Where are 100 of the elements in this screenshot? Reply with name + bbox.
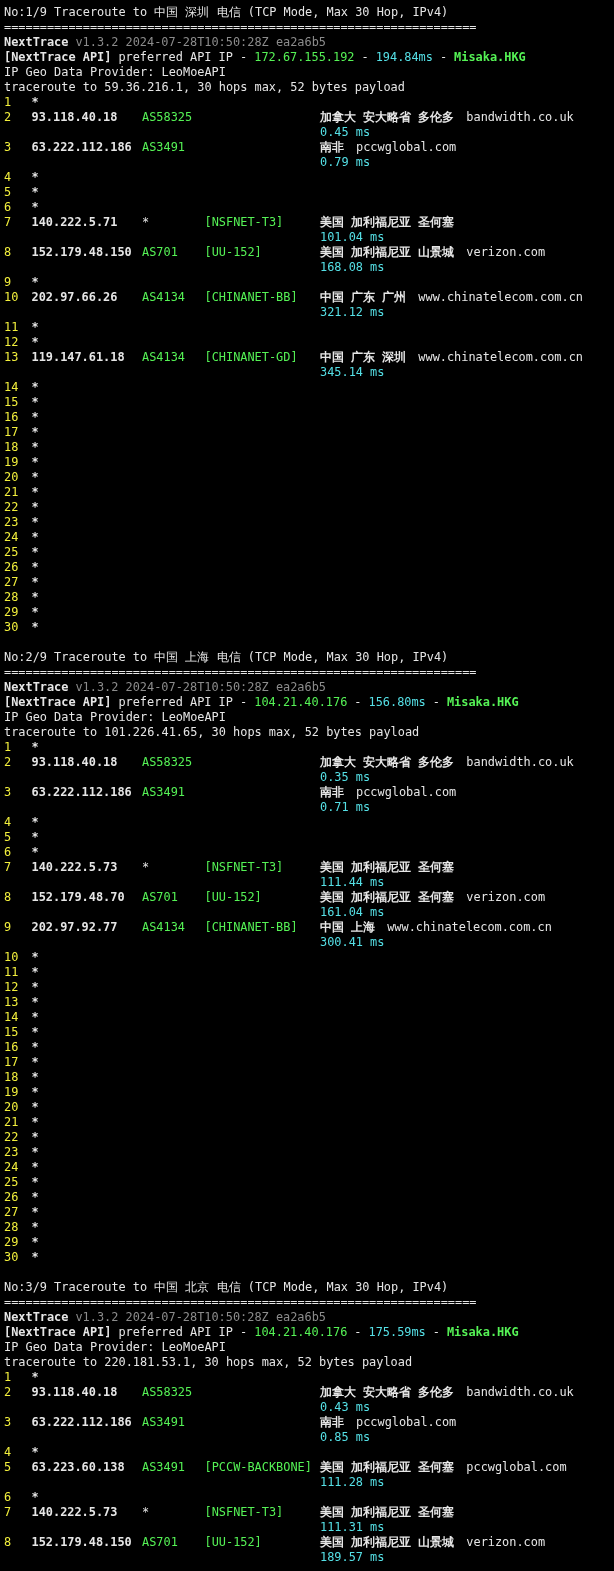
hop-asn: AS3491 (142, 1415, 186, 1430)
timeout-mark: * (31, 440, 39, 455)
hop-number: 18 (4, 1070, 20, 1085)
hop-number: 15 (4, 1025, 20, 1040)
geo-location: 美国 加利福尼亚 山景城 (320, 245, 455, 260)
hop-number: 1 (4, 95, 13, 110)
hop-number: 12 (4, 980, 20, 995)
api-text: preferred API IP - (118, 50, 248, 65)
timeout-mark: * (31, 1160, 39, 1175)
traceroute-title: No:3/9 Traceroute to 中国 北京 电信 (TCP Mode, Max 30 Hop, IPv4) (4, 1280, 449, 1295)
hop-number: 19 (4, 1085, 20, 1100)
latency: 111.31 ms (320, 1520, 385, 1535)
timeout-mark: * (31, 410, 39, 425)
version-info: v1.3.2 2024-07-28T10:50:28Z ea2a6b5 (75, 680, 326, 695)
hop-domain: verizon.com (466, 890, 546, 905)
hop-number: 28 (4, 590, 20, 605)
dash: - (432, 1325, 440, 1340)
geo-location: 加拿大 安大略省 多伦多 (320, 1385, 455, 1400)
hop-asn: AS701 (142, 890, 179, 905)
server-label: Misaka.HKG (446, 1325, 519, 1340)
api-text: preferred API IP - (118, 695, 248, 710)
hop-number: 18 (4, 440, 20, 455)
geo-provider: IP Geo Data Provider: LeoMoeAPI (4, 1340, 226, 1355)
network-tag: [NSFNET-T3] (204, 860, 320, 875)
timeout-mark: * (31, 1070, 39, 1085)
timeout-mark: * (31, 1490, 39, 1505)
timeout-mark: * (31, 185, 39, 200)
hop-ip: 140.222.5.71 (31, 215, 119, 230)
hop-domain: pccwglobal.com (466, 1460, 567, 1475)
geo-location: 中国 广东 深圳 (320, 350, 407, 365)
hop-number: 14 (4, 1010, 20, 1025)
network-tag: [NSFNET-T3] (204, 1505, 320, 1520)
timeout-mark: * (31, 1190, 39, 1205)
hop-number: 21 (4, 485, 20, 500)
timeout-mark: * (31, 170, 39, 185)
timeout-mark: * (31, 380, 39, 395)
api-ip: 172.67.155.192 (254, 50, 355, 65)
hop-number: 19 (4, 455, 20, 470)
hop-number: 7 (4, 860, 13, 875)
traceroute-info: traceroute to 101.226.41.65, 30 hops max, 52 bytes payload (4, 725, 420, 740)
latency: 101.04 ms (320, 230, 385, 245)
timeout-mark: * (31, 500, 39, 515)
geo-location: 南非 (320, 140, 344, 155)
hop-ip: 202.97.92.77 (31, 920, 119, 935)
hop-domain: bandwidth.co.uk (466, 1385, 574, 1400)
hop-domain: pccwglobal.com (356, 785, 457, 800)
hop-domain: www.chinatelecom.com.cn (387, 920, 552, 935)
hop-number: 5 (4, 185, 13, 200)
hop-number: 27 (4, 575, 20, 590)
hop-ip: 152.179.48.70 (31, 890, 126, 905)
latency: 0.85 ms (320, 1430, 371, 1445)
version-info: v1.3.2 2024-07-28T10:50:28Z ea2a6b5 (75, 1310, 326, 1325)
network-tag: [UU-152] (204, 245, 320, 260)
hop-number: 30 (4, 1250, 20, 1265)
network-tag: [CHINANET-BB] (204, 290, 320, 305)
hop-number: 10 (4, 290, 20, 305)
separator-line: ================================================================== (4, 1295, 477, 1310)
hop-ip: 63.222.112.186 (31, 1415, 133, 1430)
hop-asn: AS3491 (142, 1460, 186, 1475)
network-tag: [CHINANET-BB] (204, 920, 320, 935)
traceroute-info: traceroute to 59.36.216.1, 30 hops max, 52 bytes payload (4, 80, 405, 95)
geo-provider: IP Geo Data Provider: LeoMoeAPI (4, 65, 226, 80)
hop-number: 4 (4, 815, 13, 830)
geo-location: 美国 加利福尼亚 山景城 (320, 1535, 455, 1550)
hop-domain: pccwglobal.com (356, 1415, 457, 1430)
timeout-mark: * (31, 1025, 39, 1040)
hop-number: 25 (4, 1175, 20, 1190)
hop-number: 17 (4, 1055, 20, 1070)
hop-number: 13 (4, 350, 20, 365)
hop-ip: 93.118.40.18 (31, 755, 119, 770)
hop-asn: * (142, 215, 151, 230)
geo-provider: IP Geo Data Provider: LeoMoeAPI (4, 710, 226, 725)
hop-asn: AS3491 (142, 785, 186, 800)
dash: - (432, 695, 440, 710)
timeout-mark: * (31, 590, 39, 605)
latency: 0.35 ms (320, 770, 371, 785)
hop-number: 22 (4, 500, 20, 515)
timeout-mark: * (31, 1205, 39, 1220)
separator-line: ================================================================== (4, 20, 477, 35)
timeout-mark: * (31, 1175, 39, 1190)
timeout-mark: * (31, 845, 39, 860)
hop-number: 4 (4, 170, 13, 185)
version-info: v1.3.2 2024-07-28T10:50:28Z ea2a6b5 (75, 35, 326, 50)
hop-number: 13 (4, 995, 20, 1010)
timeout-mark: * (31, 335, 39, 350)
geo-location: 美国 加利福尼亚 圣何塞 (320, 215, 455, 230)
hop-domain: www.chinatelecom.com.cn (418, 350, 583, 365)
dash: - (354, 695, 362, 710)
hop-number: 6 (4, 1490, 13, 1505)
timeout-mark: * (31, 515, 39, 530)
timeout-mark: * (31, 1370, 39, 1385)
timeout-mark: * (31, 275, 39, 290)
timeout-mark: * (31, 575, 39, 590)
hop-number: 16 (4, 1040, 20, 1055)
hop-number: 17 (4, 425, 20, 440)
timeout-mark: * (31, 740, 39, 755)
timeout-mark: * (31, 980, 39, 995)
timeout-mark: * (31, 1445, 39, 1460)
geo-location: 加拿大 安大略省 多伦多 (320, 755, 455, 770)
app-name: NextTrace (4, 680, 69, 695)
